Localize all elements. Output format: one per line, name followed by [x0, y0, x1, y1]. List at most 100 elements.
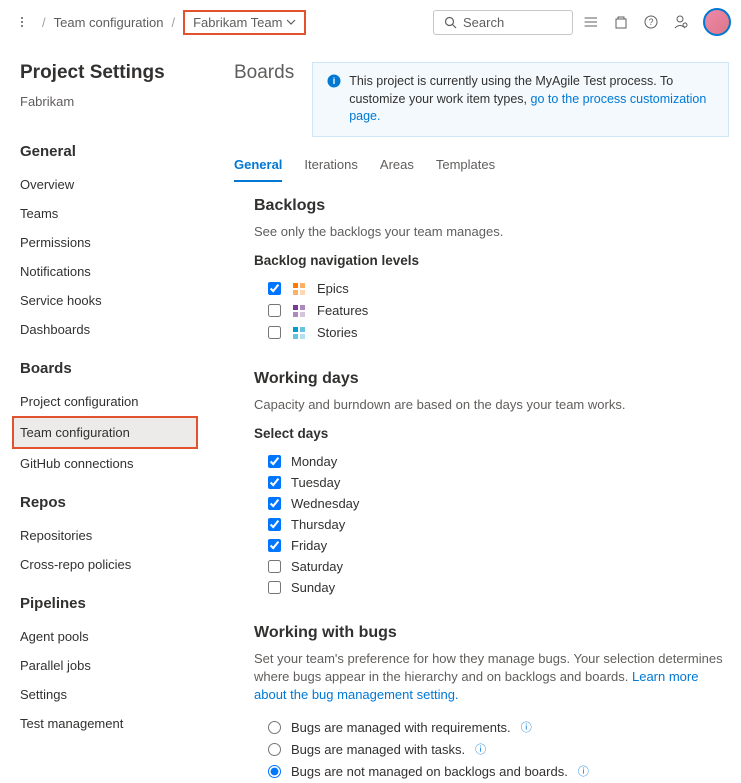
day-checkbox[interactable]	[268, 518, 281, 531]
page-title: Boards	[234, 62, 294, 84]
bugs-heading: Working with bugs	[254, 624, 729, 642]
backlog-level-checkbox[interactable]	[268, 304, 281, 317]
breadcrumb-sep: /	[169, 15, 177, 30]
bug-option-label: Bugs are managed with requirements.	[291, 720, 511, 735]
sidebar-item-crossrepo[interactable]: Cross-repo policies	[20, 550, 210, 579]
day-row: Friday	[254, 535, 729, 556]
workingdays-heading: Working days	[254, 370, 729, 388]
info-banner: i This project is currently using the My…	[312, 62, 729, 137]
sidebar-item-repositories[interactable]: Repositories	[20, 521, 210, 550]
sidebar-item-permissions[interactable]: Permissions	[20, 228, 210, 257]
breadcrumb-sep: /	[40, 15, 48, 30]
day-row: Wednesday	[254, 493, 729, 514]
sidebar-item-teams[interactable]: Teams	[20, 199, 210, 228]
day-checkbox[interactable]	[268, 497, 281, 510]
sidebar-item-service-hooks[interactable]: Service hooks	[20, 286, 210, 315]
day-label: Tuesday	[291, 475, 340, 490]
workingdays-desc: Capacity and burndown are based on the d…	[254, 396, 729, 414]
day-label: Friday	[291, 538, 327, 553]
sidebar-item-agent-pools[interactable]: Agent pools	[20, 622, 210, 651]
info-icon: i	[327, 74, 341, 94]
breadcrumb-item[interactable]: Team configuration	[54, 15, 164, 30]
sidebar-item-settings[interactable]: Settings	[20, 680, 210, 709]
backlogs-heading: Backlogs	[254, 197, 729, 215]
backlogs-sub: Backlog navigation levels	[254, 253, 729, 268]
tab-templates[interactable]: Templates	[436, 153, 495, 182]
section-backlogs: Backlogs See only the backlogs your team…	[254, 197, 729, 344]
day-row: Saturday	[254, 556, 729, 577]
info-icon[interactable]: ⓘ	[521, 719, 532, 735]
tabs: General Iterations Areas Templates	[234, 153, 729, 183]
sidebar-item-github[interactable]: GitHub connections	[20, 449, 210, 478]
bug-option-row: Bugs are managed with requirements. ⓘ	[254, 716, 729, 738]
day-row: Thursday	[254, 514, 729, 535]
backlog-level-checkbox[interactable]	[268, 282, 281, 295]
bug-option-radio[interactable]	[268, 721, 281, 734]
search-placeholder: Search	[463, 15, 504, 30]
tab-general[interactable]: General	[234, 153, 282, 182]
list-icon[interactable]	[579, 10, 603, 34]
bug-option-label: Bugs are managed with tasks.	[291, 742, 465, 757]
tab-areas[interactable]: Areas	[380, 153, 414, 182]
bug-option-row: Bugs are managed with tasks. ⓘ	[254, 738, 729, 760]
day-checkbox[interactable]	[268, 539, 281, 552]
bug-option-row: Bugs are not managed on backlogs and boa…	[254, 760, 729, 782]
sidebar-item-parallel-jobs[interactable]: Parallel jobs	[20, 651, 210, 680]
sidebar-section-boards: Boards	[20, 360, 210, 377]
backlog-level-label: Epics	[317, 281, 349, 296]
main-content: Boards i This project is currently using…	[210, 44, 741, 783]
sidebar-item-dashboards[interactable]: Dashboards	[20, 315, 210, 344]
user-settings-icon[interactable]	[669, 10, 693, 34]
marketplace-icon[interactable]	[609, 10, 633, 34]
info-icon[interactable]: ⓘ	[578, 763, 589, 779]
backlog-level-label: Stories	[317, 325, 357, 340]
search-input[interactable]: Search	[433, 10, 573, 35]
day-row: Tuesday	[254, 472, 729, 493]
info-icon[interactable]: ⓘ	[475, 741, 486, 757]
day-label: Saturday	[291, 559, 343, 574]
sidebar-item-notifications[interactable]: Notifications	[20, 257, 210, 286]
day-label: Monday	[291, 454, 337, 469]
more-icon[interactable]	[10, 10, 34, 34]
team-dropdown[interactable]: Fabrikam Team	[183, 10, 306, 35]
section-bugs: Working with bugs Set your team's prefer…	[254, 624, 729, 783]
top-bar: / Team configuration / Fabrikam Team Sea…	[0, 0, 741, 44]
search-icon	[444, 16, 457, 29]
backlog-level-row: Features	[254, 300, 729, 322]
workitem-type-icon	[291, 303, 307, 319]
svg-text:i: i	[333, 76, 336, 86]
day-checkbox[interactable]	[268, 581, 281, 594]
help-icon[interactable]: ?	[639, 10, 663, 34]
section-working-days: Working days Capacity and burndown are b…	[254, 370, 729, 598]
day-row: Sunday	[254, 577, 729, 598]
day-label: Wednesday	[291, 496, 359, 511]
svg-text:?: ?	[648, 17, 653, 27]
team-dropdown-label: Fabrikam Team	[193, 15, 282, 30]
avatar[interactable]	[703, 8, 731, 36]
day-checkbox[interactable]	[268, 560, 281, 573]
chevron-down-icon	[286, 17, 296, 27]
sidebar-item-test-mgmt[interactable]: Test management	[20, 709, 210, 738]
sidebar-section-general: General	[20, 143, 210, 160]
sidebar: Project Settings Fabrikam General Overvi…	[0, 44, 210, 783]
sidebar-title: Project Settings	[20, 62, 210, 84]
day-checkbox[interactable]	[268, 476, 281, 489]
sidebar-item-overview[interactable]: Overview	[20, 170, 210, 199]
tab-iterations[interactable]: Iterations	[304, 153, 357, 182]
sidebar-section-pipelines: Pipelines	[20, 595, 210, 612]
backlog-level-checkbox[interactable]	[268, 326, 281, 339]
bug-option-radio[interactable]	[268, 765, 281, 778]
backlog-level-row: Epics	[254, 278, 729, 300]
backlog-level-row: Stories	[254, 322, 729, 344]
workingdays-sub: Select days	[254, 426, 729, 441]
sidebar-section-repos: Repos	[20, 494, 210, 511]
bug-option-radio[interactable]	[268, 743, 281, 756]
bug-option-label: Bugs are not managed on backlogs and boa…	[291, 764, 568, 779]
sidebar-item-project-config[interactable]: Project configuration	[20, 387, 210, 416]
day-label: Thursday	[291, 517, 345, 532]
sidebar-item-team-config[interactable]: Team configuration	[12, 416, 198, 449]
day-checkbox[interactable]	[268, 455, 281, 468]
workitem-type-icon	[291, 281, 307, 297]
day-label: Sunday	[291, 580, 335, 595]
project-name-link[interactable]: Fabrikam	[20, 94, 74, 109]
